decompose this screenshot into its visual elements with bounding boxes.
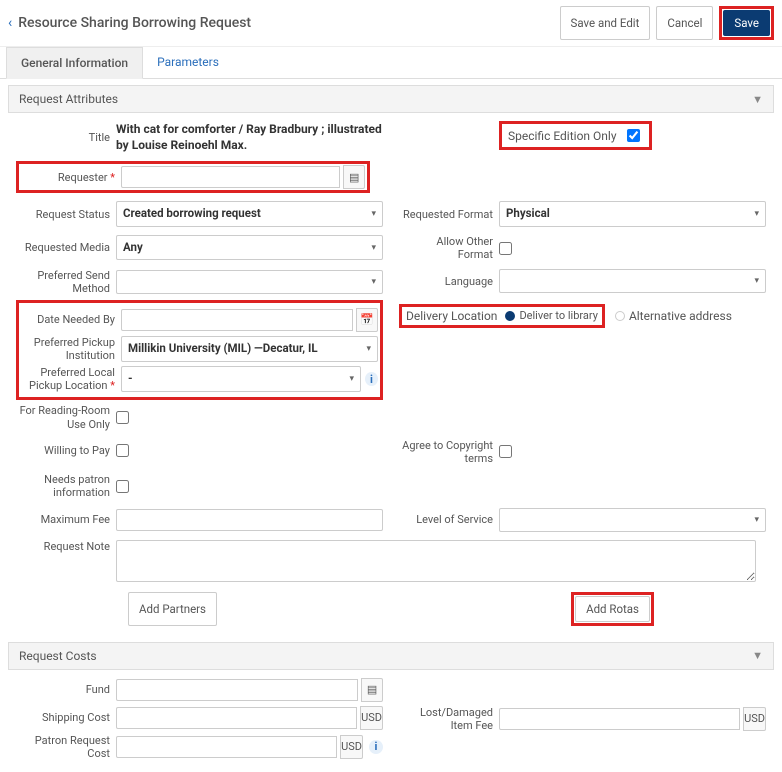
highlight-requester: Requester * ▤: [16, 161, 370, 193]
select-local-pickup[interactable]: -▾: [121, 366, 361, 392]
label-language: Language: [399, 275, 499, 288]
label-agree-copyright: Agree to Copyright terms: [399, 439, 499, 465]
tab-parameters[interactable]: Parameters: [143, 47, 233, 78]
label-local-pickup: Preferred Local Pickup Location *: [21, 366, 121, 392]
checkbox-needs-patron[interactable]: [116, 480, 129, 493]
add-rotas-button[interactable]: Add Rotas: [575, 596, 650, 622]
select-language[interactable]: ▾: [499, 269, 766, 293]
top-bar: ‹ Resource Sharing Borrowing Request Sav…: [0, 0, 782, 47]
calendar-icon[interactable]: 📅: [356, 308, 378, 332]
tabs: General Information Parameters: [0, 47, 782, 79]
add-partners-button[interactable]: Add Partners: [128, 592, 217, 626]
label-reading-room: For Reading-Room Use Only: [16, 404, 116, 430]
info-icon[interactable]: i: [369, 740, 383, 754]
label-requester: Requester *: [21, 171, 121, 184]
label-requested-format: Requested Format: [399, 208, 499, 221]
label-request-note: Request Note: [16, 540, 116, 553]
shipping-cost-input[interactable]: [116, 707, 357, 729]
select-requested-media[interactable]: Any▾: [116, 235, 383, 261]
label-preferred-send: Preferred Send Method: [16, 269, 116, 295]
highlight-delivery-location: Delivery Location Deliver to library: [399, 304, 605, 328]
label-max-fee: Maximum Fee: [16, 513, 116, 526]
label-shipping-cost: Shipping Cost: [16, 711, 116, 724]
select-requested-format[interactable]: Physical▾: [499, 201, 766, 227]
radio-group-delivery: Deliver to library: [505, 309, 598, 322]
label-allow-other-format: Allow Other Format: [399, 235, 499, 261]
section-title: Request Attributes: [19, 92, 118, 106]
label-fund: Fund: [16, 683, 116, 696]
select-request-status[interactable]: Created borrowing request▾: [116, 201, 383, 227]
radio-alternative-address[interactable]: Alternative address: [615, 309, 732, 323]
request-costs-body: Fund ▤ Shipping Cost USD Patron Request …: [0, 670, 782, 772]
label-patron-request-cost: Patron Request Cost: [16, 734, 116, 760]
list-icon[interactable]: ▤: [361, 678, 383, 702]
request-attributes-body: Title With cat for comforter / Ray Bradb…: [0, 113, 782, 636]
currency-unit: USD: [340, 735, 363, 759]
value-title: With cat for comforter / Ray Bradbury ; …: [116, 121, 383, 153]
tab-general-information[interactable]: General Information: [6, 47, 143, 79]
info-icon[interactable]: i: [365, 372, 378, 386]
select-pickup-institution[interactable]: Millikin University (MIL) —Decatur, IL▾: [121, 336, 378, 362]
label-date-needed: Date Needed By: [21, 313, 121, 326]
label-request-status: Request Status: [16, 208, 116, 221]
request-note-textarea[interactable]: [116, 540, 756, 582]
highlight-date-pickup: Date Needed By 📅 Preferred Pickup Instit…: [16, 300, 383, 401]
section-header-request-costs[interactable]: Request Costs ▼: [8, 642, 774, 670]
label-specific-edition: Specific Edition Only: [508, 129, 617, 143]
label-pickup-institution: Preferred Pickup Institution: [21, 336, 121, 362]
chevron-down-icon[interactable]: ▼: [752, 93, 763, 106]
patron-request-cost-input[interactable]: [116, 736, 337, 758]
checkbox-willing-pay[interactable]: [116, 444, 129, 457]
checkbox-agree-copyright[interactable]: [499, 445, 512, 458]
lost-damaged-fee-input[interactable]: [499, 708, 740, 730]
label-delivery-location: Delivery Location: [406, 309, 497, 323]
list-icon[interactable]: ▤: [343, 165, 365, 189]
fund-input[interactable]: [116, 679, 358, 701]
max-fee-input[interactable]: [116, 509, 383, 531]
highlight-specific-edition: Specific Edition Only: [499, 121, 652, 150]
label-requested-media: Requested Media: [16, 241, 116, 254]
cancel-button[interactable]: Cancel: [656, 6, 713, 40]
label-title: Title: [16, 131, 116, 144]
radio-deliver-to-library[interactable]: Deliver to library: [505, 309, 598, 322]
page-title: Resource Sharing Borrowing Request: [18, 15, 559, 31]
currency-unit: USD: [743, 707, 766, 731]
checkbox-reading-room[interactable]: [116, 411, 129, 424]
label-needs-patron: Needs patron information: [16, 473, 116, 499]
select-preferred-send[interactable]: ▾: [116, 270, 383, 294]
checkbox-allow-other-format[interactable]: [499, 242, 512, 255]
save-and-edit-button[interactable]: Save and Edit: [560, 6, 651, 40]
section-header-request-attributes[interactable]: Request Attributes ▼: [8, 85, 774, 113]
highlight-add-rotas: Add Rotas: [571, 592, 654, 626]
requester-input[interactable]: [121, 166, 340, 188]
select-level-service[interactable]: ▾: [499, 508, 766, 532]
label-level-service: Level of Service: [399, 513, 499, 526]
highlight-save: Save: [719, 6, 774, 40]
chevron-down-icon[interactable]: ▼: [752, 649, 763, 662]
save-button[interactable]: Save: [723, 10, 770, 36]
date-needed-input[interactable]: [121, 309, 353, 331]
checkbox-specific-edition[interactable]: [627, 129, 640, 142]
back-icon[interactable]: ‹: [8, 15, 12, 31]
currency-unit: USD: [360, 706, 383, 730]
label-lost-damaged-fee: Lost/Damaged Item Fee: [399, 706, 499, 732]
section-title-costs: Request Costs: [19, 649, 97, 663]
label-willing-pay: Willing to Pay: [16, 444, 116, 457]
